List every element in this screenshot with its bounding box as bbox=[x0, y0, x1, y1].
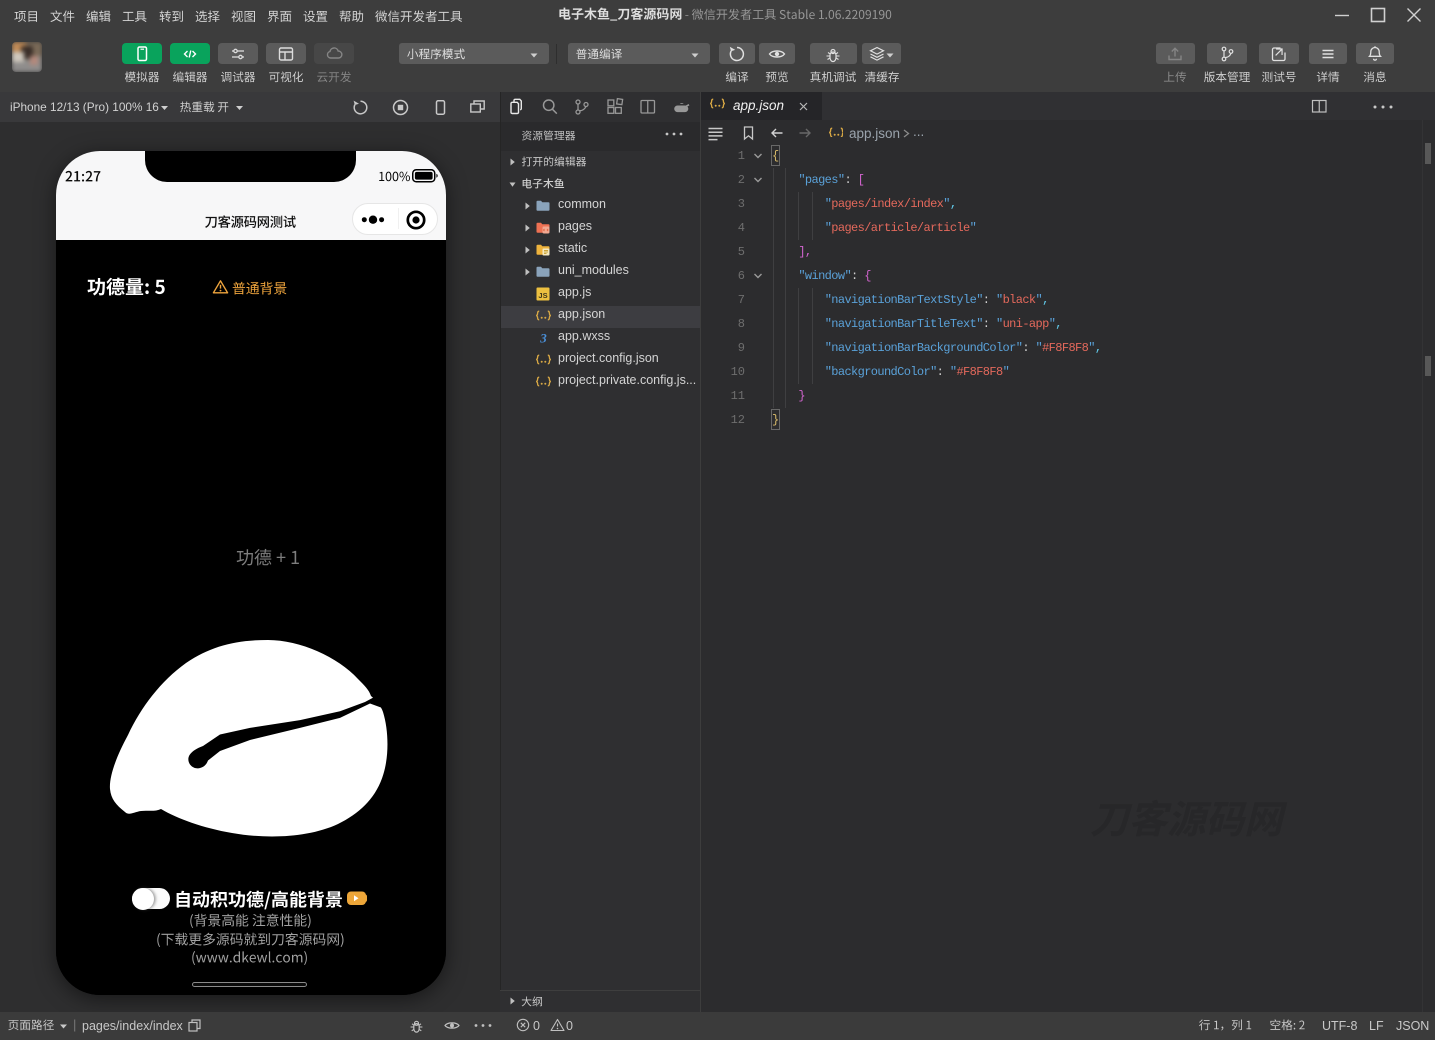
svg-text:3: 3 bbox=[539, 331, 547, 346]
svg-text:JS: JS bbox=[538, 291, 547, 300]
